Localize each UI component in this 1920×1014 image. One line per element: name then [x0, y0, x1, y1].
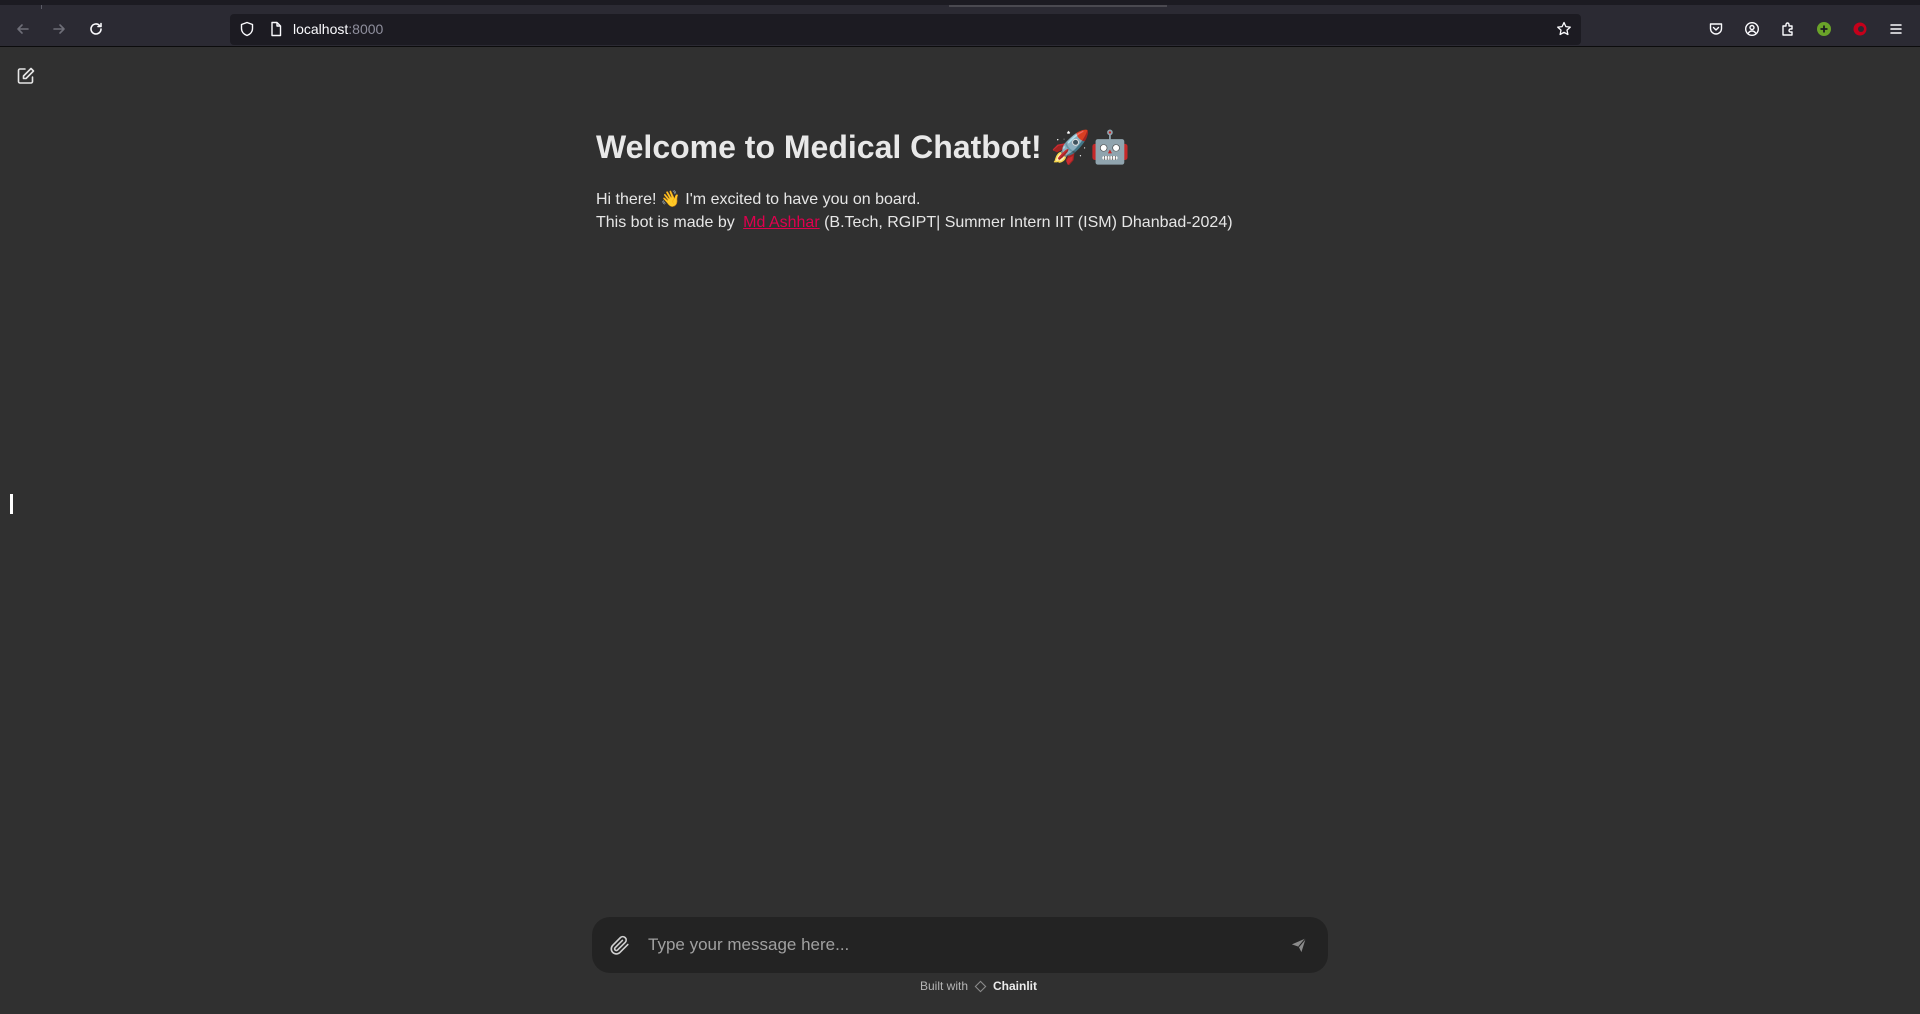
forward-button[interactable] [46, 16, 72, 42]
tab-edge [41, 5, 42, 9]
url-text[interactable]: localhost:8000 [293, 21, 383, 38]
menu-icon [1890, 24, 1902, 34]
built-with-text: Built with [919, 979, 969, 993]
pocket-button[interactable] [1707, 20, 1725, 38]
author-link[interactable]: Md Ashhar [743, 214, 819, 231]
welcome-title-text: Welcome to Medical Chatbot! [596, 129, 1051, 165]
text-cursor [10, 494, 13, 514]
welcome-title-emojis: 🚀🤖 [1050, 128, 1131, 166]
back-button[interactable] [10, 16, 36, 42]
attach-file-button[interactable] [607, 932, 633, 958]
menu-button[interactable] [1887, 20, 1905, 38]
greeting-line: Hi there! 👋 I'm excited to have you on b… [596, 187, 1356, 211]
send-icon [1291, 938, 1307, 953]
extensions-icon [1782, 22, 1793, 36]
reload-icon [90, 22, 102, 35]
extension-plus-icon [1817, 22, 1831, 36]
edit-icon [17, 67, 35, 84]
extension-record-icon [1853, 22, 1867, 36]
url-port: :8000 [348, 21, 384, 37]
message-composer [592, 917, 1328, 973]
active-tab-indicator [949, 5, 1167, 7]
chainlit-brand[interactable]: Chainlit [993, 979, 1037, 993]
built-with-footer: Built with Chainlit [0, 979, 1920, 993]
welcome-title: Welcome to Medical Chatbot! 🚀🤖 [596, 125, 1356, 169]
welcome-message: Welcome to Medical Chatbot! 🚀🤖 Hi there!… [596, 125, 1356, 234]
made-by-suffix: (B.Tech, RGIPT| Summer Intern IIT (ISM) … [819, 214, 1233, 231]
account-icon [1744, 21, 1760, 37]
chat-page: Welcome to Medical Chatbot! 🚀🤖 Hi there!… [0, 47, 1920, 1014]
paperclip-icon [610, 935, 629, 955]
pocket-icon [1709, 23, 1723, 35]
extension-plus-button[interactable] [1815, 20, 1833, 38]
new-chat-button[interactable] [14, 64, 38, 88]
greeting-end: I'm excited to have you on board. [680, 191, 921, 208]
made-by-line: This bot is made by Md Ashhar (B.Tech, R… [596, 211, 1356, 234]
forward-icon [53, 24, 65, 34]
page-icon[interactable] [268, 21, 284, 37]
message-input[interactable] [646, 927, 1256, 963]
greeting-start: Hi there! [596, 191, 661, 208]
wave-emoji: 👋 [660, 189, 681, 208]
reload-button[interactable] [83, 16, 109, 42]
back-icon [17, 24, 29, 34]
extensions-button[interactable] [1779, 20, 1797, 38]
send-button[interactable] [1288, 934, 1310, 956]
shield-icon[interactable] [239, 21, 255, 37]
made-by-prefix: This bot is made by [596, 214, 740, 231]
url-bar[interactable]: localhost:8000 [230, 14, 1581, 45]
bookmark-star-icon[interactable] [1556, 21, 1572, 37]
extension-record-button[interactable] [1851, 20, 1869, 38]
welcome-body: Hi there! 👋 I'm excited to have you on b… [596, 187, 1356, 234]
browser-toolbar: localhost:8000 [0, 0, 1920, 46]
account-button[interactable] [1743, 20, 1761, 38]
url-host: localhost [293, 21, 349, 37]
chainlit-logo-icon [974, 980, 987, 993]
